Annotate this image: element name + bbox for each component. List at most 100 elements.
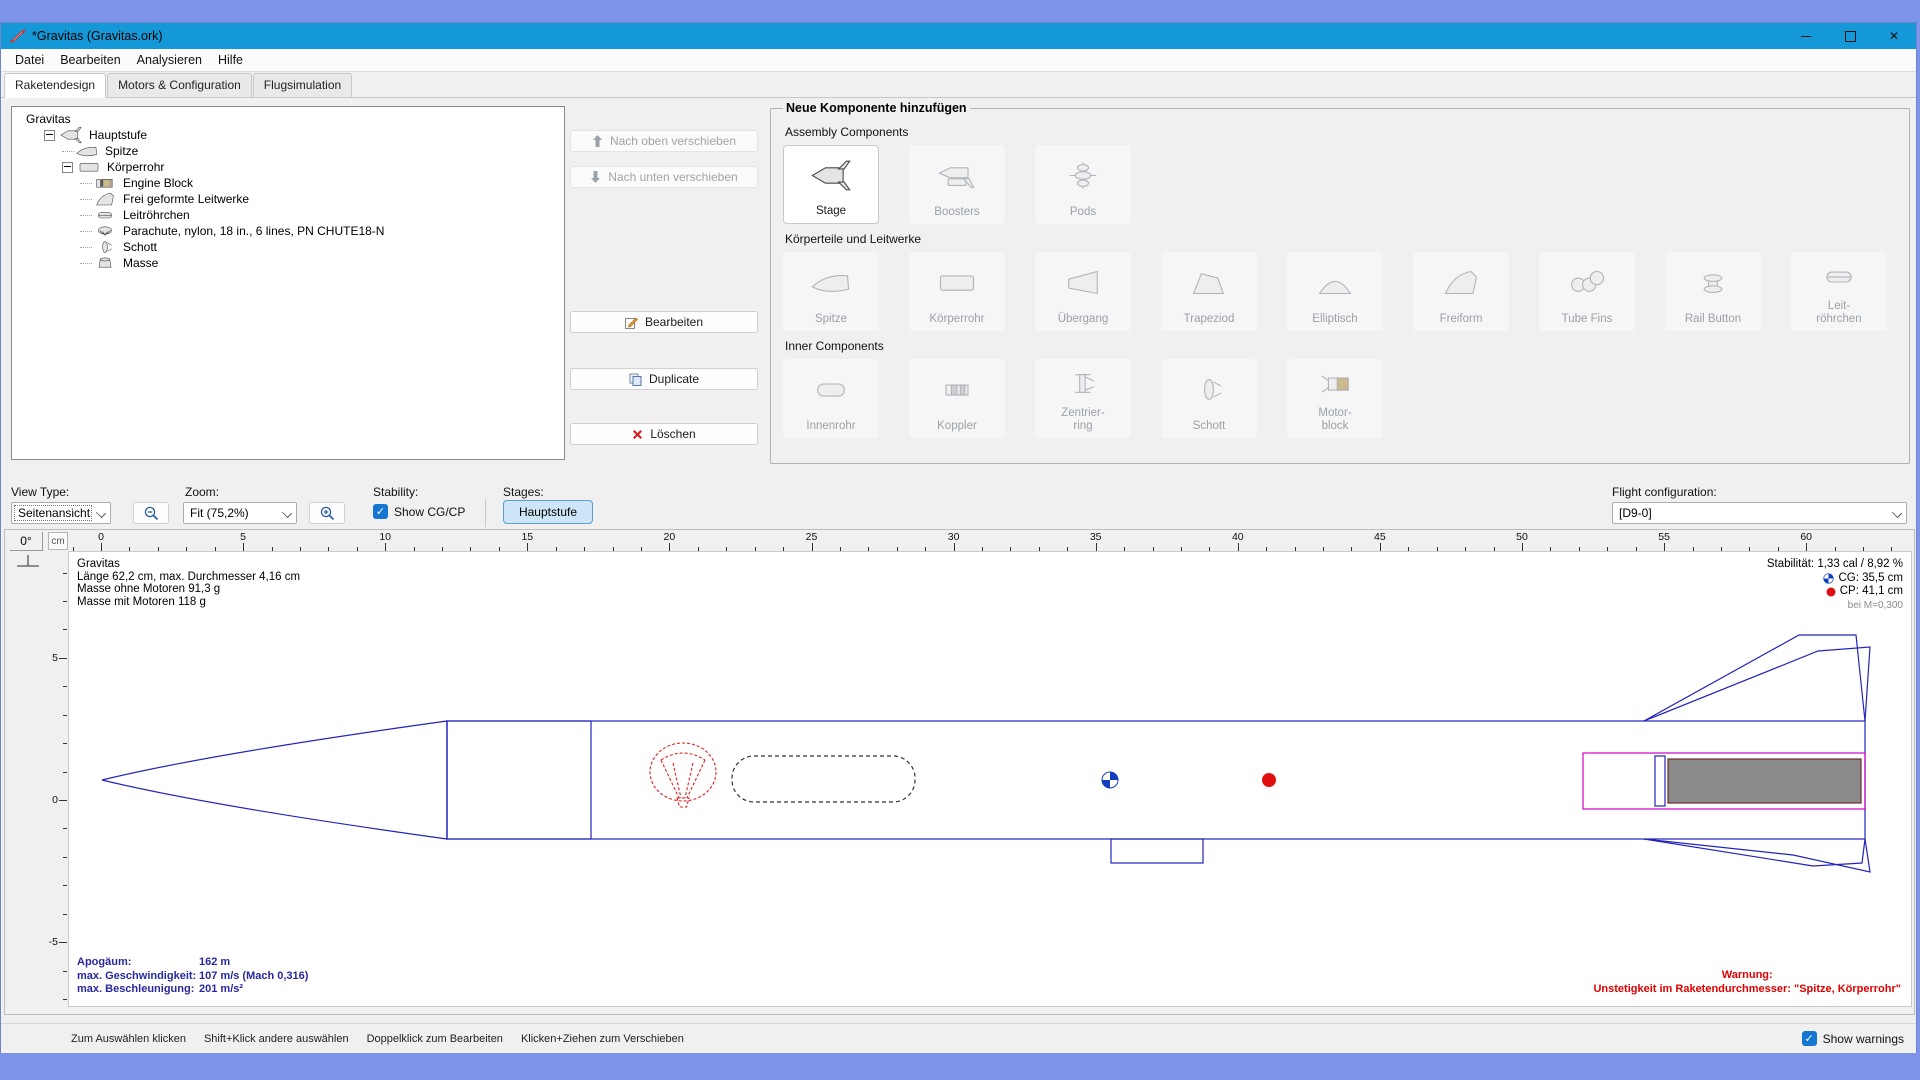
menu-item-hilfe[interactable]: Hilfe [210,50,251,70]
edit-label: Bearbeiten [645,315,703,329]
tab-raketendesign[interactable]: Raketendesign [4,73,106,98]
ruler-tick [63,772,67,773]
add-component-panel: Neue Komponente hinzufügen Assembly Comp… [770,101,1910,464]
ruler-tick [954,543,955,551]
rotation-dial-icon[interactable] [15,554,41,570]
warning-title: Warnung: [1593,968,1901,982]
menu-item-analysieren[interactable]: Analysieren [129,50,210,70]
show-cgcp-checkbox[interactable]: ✓ Show CG/CP [373,504,465,519]
ruler-tick [1522,543,1523,551]
rocket-side-view[interactable] [69,552,1913,1008]
ruler-tick [63,601,67,602]
edit-button[interactable]: Bearbeiten [570,311,758,333]
tree-item-körperrohr[interactable]: Körperrohr [18,159,564,175]
tree-item-frei-geformte-leitwerke[interactable]: Frei geformte Leitwerke [18,191,564,207]
coupler-icon [935,373,979,406]
tree-item-spitze[interactable]: Spitze [18,143,564,159]
menu-item-bearbeiten[interactable]: Bearbeiten [52,50,128,70]
tree-item-engine-block[interactable]: Engine Block [18,175,564,191]
component-button-label: Boosters [934,206,979,219]
ruler-tick [63,885,67,886]
ruler-tick [1806,543,1807,551]
motor-body [1668,759,1861,803]
stage-icon [809,159,853,192]
toolbar-separator [485,499,486,527]
rocket-view-area: 0° cm 051015202530354045505560 50-5 [4,529,1915,1015]
component-button-label: Innenrohr [806,420,855,433]
nose-shoulder-outline [447,721,591,839]
tree-item-leitröhrchen[interactable]: Leitröhrchen [18,207,564,223]
close-icon[interactable]: ✕ [1872,23,1916,49]
tab-motors-configuration[interactable]: Motors & Configuration [107,73,252,97]
show-warnings-checkbox[interactable]: ✓ Show warnings [1802,1031,1904,1046]
flight-data-row: max. Beschleunigung:201 m/s² [77,983,308,997]
status-hint: Klicken+Ziehen zum Verschieben [521,1033,684,1045]
add-stage-button[interactable]: Stage [783,145,879,224]
duplicate-button[interactable]: Duplicate [570,368,758,390]
add-nosecone-button: Spitze [783,252,879,331]
rocket-info-text: GravitasLänge 62,2 cm, max. Durchmesser … [77,558,300,608]
chevron-down-icon [282,508,292,518]
rotation-indicator[interactable]: 0° [10,532,43,551]
tree-expander[interactable] [44,130,55,141]
fin-freeform-icon [1439,266,1483,299]
move-up-label: Nach oben verschieben [610,134,736,148]
ruler-tick [63,857,67,858]
flight-data-row: Apogäum:162 m [77,956,308,970]
tree-item-gravitas[interactable]: Gravitas [18,111,564,127]
add-pods-button: Pods [1035,145,1131,224]
rocket-canvas[interactable]: GravitasLänge 62,2 cm, max. Durchmesser … [68,551,1912,1007]
tree-item-schott[interactable]: Schott [18,239,564,255]
add-component-title: Neue Komponente hinzufügen [783,101,970,115]
add-fin-elliptical-button: Elliptisch [1287,252,1383,331]
flight-config-select[interactable]: [D9-0] [1612,502,1907,524]
zoom-out-button[interactable] [133,502,169,524]
stage-toggle-hauptstufe[interactable]: Hauptstufe [503,500,593,524]
stage-toggle-label: Hauptstufe [519,505,577,519]
app-window: *Gravitas (Gravitas.ork) ✕ DateiBearbeit… [0,22,1917,1053]
ruler-tick [63,914,67,915]
rocket-info-line: Länge 62,2 cm, max. Durchmesser 4,16 cm [77,571,300,584]
status-bar: Zum Auswählen klickenShift+Klick andere … [1,1023,1916,1053]
view-type-select[interactable]: Seitenansicht [11,502,111,524]
delete-button[interactable]: Löschen [570,423,758,445]
tree-item-parachute[interactable]: Parachute, nylon, 18 in., 6 lines, PN CH… [18,223,564,239]
ruler-tick [63,743,67,744]
delete-icon [632,429,643,440]
ruler-tick [59,658,67,659]
tab-flugsimulation[interactable]: Flugsimulation [253,73,352,97]
centering-ring-icon [1061,367,1105,400]
tree-item-label: Parachute, nylon, 18 in., 6 lines, PN CH… [123,224,384,238]
menu-item-datei[interactable]: Datei [7,50,52,70]
tree-expander[interactable] [62,162,73,173]
add-tube-fins-button: Tube Fins [1539,252,1635,331]
delete-label: Löschen [650,427,695,441]
fin-trapezoid-icon [1187,266,1231,299]
tree-item-label: Gravitas [26,112,71,126]
ruler-label: 15 [521,531,533,543]
component-tree[interactable]: GravitasHauptstufeSpitzeKörperrohrEngine… [11,106,565,460]
tree-item-hauptstufe[interactable]: Hauptstufe [18,127,564,143]
minimize-icon[interactable] [1784,23,1828,49]
zoom-value: Fit (75,2%) [190,506,249,520]
move-down-button: Nach unten verschieben [570,166,758,188]
warning-message: Warnung: Unstetigkeit im Raketendurchmes… [1593,968,1901,996]
tree-item-masse[interactable]: Masse [18,255,564,271]
zoom-select[interactable]: Fit (75,2%) [183,502,297,524]
component-button-label: Stage [816,205,846,218]
duplicate-label: Duplicate [649,372,699,386]
zoom-label: Zoom: [185,485,219,499]
flight-config-label: Flight configuration: [1612,485,1717,499]
add-coupler-button: Koppler [909,359,1005,438]
add-bodytube-button: Körperrohr [909,252,1005,331]
title-bar[interactable]: *Gravitas (Gravitas.ork) ✕ [1,23,1916,49]
maximize-icon[interactable] [1828,23,1872,49]
zoom-in-button[interactable] [309,502,345,524]
stability-condition: bei M=0,300 [1767,599,1903,613]
component-button-label: Freiform [1440,313,1483,326]
zoom-in-icon [320,506,335,521]
tree-item-label: Spitze [105,144,138,158]
component-button-label: Körperrohr [930,313,985,326]
ruler-label: 25 [806,531,818,543]
move-up-button: Nach oben verschieben [570,130,758,152]
